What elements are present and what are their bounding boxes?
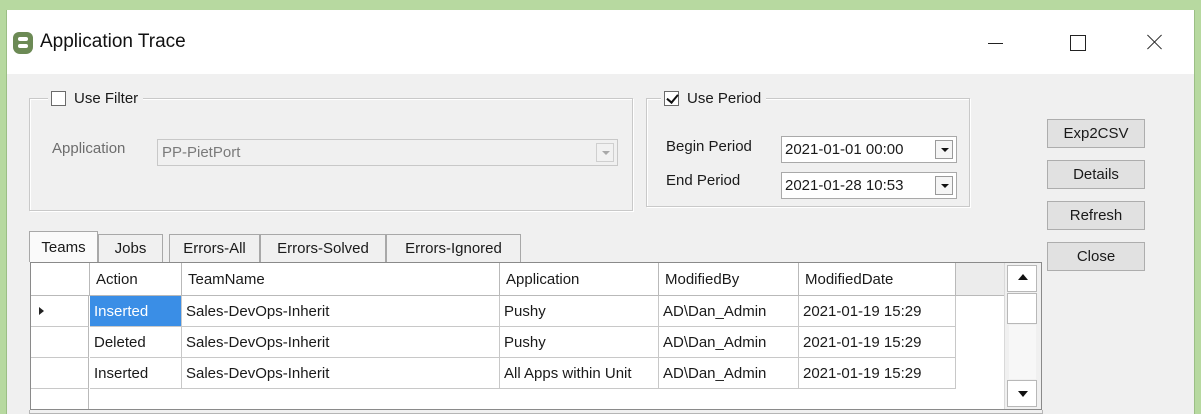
application-select[interactable]: PP-PietPort [157,139,618,166]
table-cell[interactable]: 2021-01-19 15:29 [799,327,956,358]
begin-period-label: Begin Period [666,138,752,155]
tab-errors-solved[interactable]: Errors-Solved [260,234,386,262]
begin-period-picker[interactable]: 2021-01-01 00:00 [781,136,957,163]
table-cell[interactable]: 2021-01-19 15:29 [799,358,956,389]
column-header-modifiedby[interactable]: ModifiedBy [659,263,799,296]
use-filter-checkbox[interactable] [51,90,66,106]
table-cell[interactable]: Sales-DevOps-Inherit [182,327,500,358]
use-period-label: Use Period [687,89,762,107]
tab-jobs[interactable]: Jobs [98,234,163,262]
chevron-down-icon [935,176,953,195]
scrollbar-thumb[interactable] [1007,293,1037,324]
scroll-down-icon[interactable] [1007,380,1037,407]
scrollbar-track[interactable] [1009,325,1036,379]
row-header-corner [31,263,90,296]
refresh-button[interactable]: Refresh [1047,201,1145,230]
end-period-picker[interactable]: 2021-01-28 10:53 [781,172,957,199]
title-bar[interactable]: Application Trace [7,10,1194,74]
details-button[interactable]: Details [1047,160,1145,189]
close-window-button[interactable] [1132,22,1178,64]
end-period-label: End Period [666,172,741,189]
tab-errors-ignored[interactable]: Errors-Ignored [386,234,521,262]
table-cell[interactable]: Inserted [90,296,182,327]
window-title: Application Trace [40,31,186,52]
column-header-teamname[interactable]: TeamName [182,263,500,296]
table-cell[interactable]: Pushy [500,327,659,358]
tab-teams[interactable]: Teams [29,231,98,262]
filter-group: Use Filter Application PP-PietPort [29,87,633,211]
chevron-down-icon [935,140,953,159]
application-label: Application [52,140,126,157]
use-period-checkbox[interactable] [664,90,679,106]
table-cell[interactable]: Inserted [90,358,182,389]
column-header-modifieddate[interactable]: ModifiedDate [799,263,956,296]
app-database-icon [13,32,33,54]
column-header-application[interactable]: Application [500,263,659,296]
period-group: Use Period Begin Period 2021-01-01 00:00… [646,87,970,207]
begin-period-value: 2021-01-01 00:00 [785,141,904,158]
vertical-scrollbar[interactable] [1004,263,1041,409]
use-period-legend: Use Period [661,87,767,109]
tab-errors-all[interactable]: Errors-All [169,234,260,262]
row-selector[interactable] [31,327,89,358]
row-selector[interactable] [31,358,89,389]
row-selector[interactable] [31,389,89,409]
chevron-down-icon [596,143,614,162]
table-cell[interactable]: Deleted [90,327,182,358]
close-button[interactable]: Close [1047,242,1145,271]
row-selector-current[interactable] [31,296,89,327]
column-header-action[interactable]: Action [90,263,182,296]
table-cell[interactable]: AD\Dan_Admin [659,358,799,389]
table-cell[interactable]: Sales-DevOps-Inherit [182,296,500,327]
table-cell[interactable]: All Apps within Unit [500,358,659,389]
application-trace-window: Application Trace Use Filter Application… [6,10,1195,414]
table-cell[interactable]: Sales-DevOps-Inherit [182,358,500,389]
table-cell[interactable]: AD\Dan_Admin [659,296,799,327]
application-select-value: PP-PietPort [162,144,241,161]
exp2csv-button[interactable]: Exp2CSV [1047,119,1145,148]
teams-grid[interactable]: Action TeamName Application ModifiedBy M… [30,262,1042,410]
grid-frame [29,410,1043,414]
minimize-button[interactable] [972,22,1018,64]
maximize-button[interactable] [1054,22,1100,64]
use-filter-legend: Use Filter [48,87,144,109]
table-cell[interactable]: AD\Dan_Admin [659,327,799,358]
table-cell[interactable]: Pushy [500,296,659,327]
end-period-value: 2021-01-28 10:53 [785,177,904,194]
table-cell[interactable]: 2021-01-19 15:29 [799,296,956,327]
use-filter-label: Use Filter [74,89,139,107]
header-filler [956,263,1004,296]
scroll-up-icon[interactable] [1007,265,1037,292]
